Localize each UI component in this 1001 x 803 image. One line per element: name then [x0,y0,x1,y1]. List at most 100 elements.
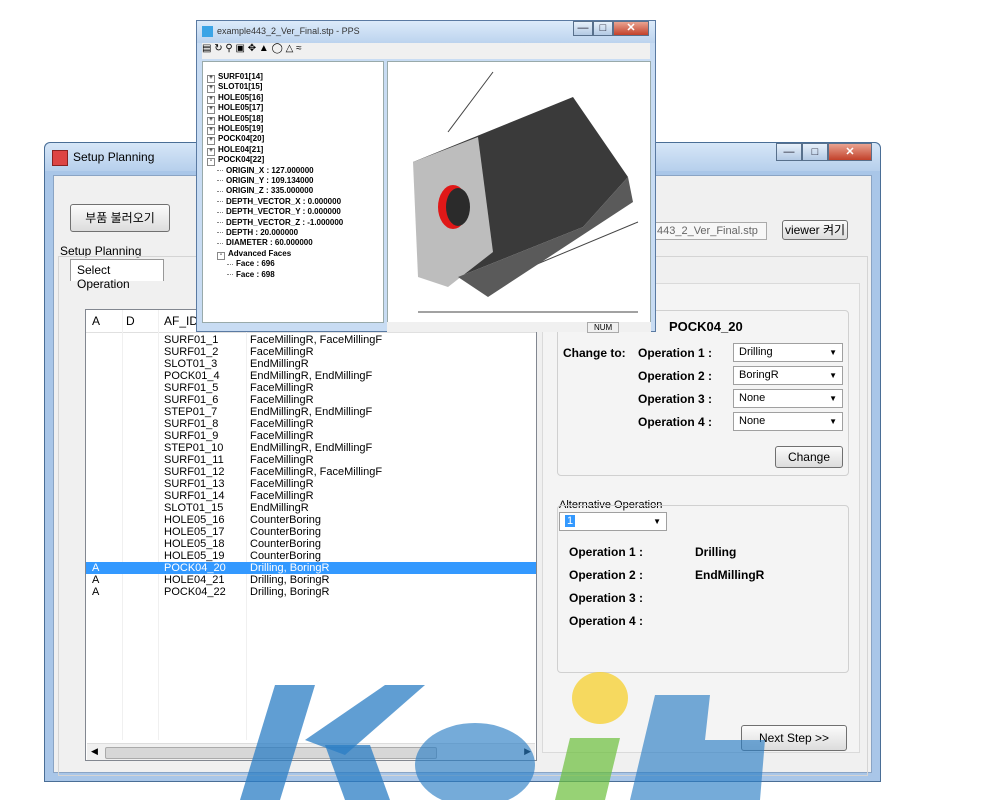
rotate-icon[interactable]: ↻ [214,43,222,54]
tree-connector [217,201,223,203]
table-row[interactable]: SURF01_2 FaceMillingR [86,346,536,358]
tree-node[interactable]: + HOLE05[18] [207,114,263,125]
collapse-icon[interactable]: - [207,158,215,167]
table-row[interactable]: SURF01_5 FaceMillingR [86,382,536,394]
scroll-left-icon[interactable]: ◀ [91,746,98,757]
pan-icon[interactable]: ✥ [248,43,256,54]
tree-node[interactable]: ORIGIN_Y : 109.134000 [217,176,313,185]
column-d[interactable]: D [126,314,135,328]
table-row[interactable]: SURF01_8 FaceMillingR [86,418,536,430]
tree-node[interactable]: Face : 696 [227,259,275,268]
section-icon[interactable]: ≈ [296,43,302,54]
operations-cell: CounterBoring [250,538,321,550]
table-row[interactable]: STEP01_10 EndMillingR, EndMillingF [86,442,536,454]
tree-node-label: POCK04[22] [218,155,265,165]
tree-node[interactable]: DEPTH : 20.000000 [217,228,298,237]
operations-cell: EndMillingR, EndMillingF [250,406,373,418]
tree-connector [217,242,223,244]
minimize-button[interactable]: — [776,143,802,161]
operations-cell: FaceMillingR, FaceMillingF [250,466,383,478]
table-row[interactable]: A HOLE04_21 Drilling, BoringR [86,574,536,586]
viewer-title-bar[interactable]: example443_2_Ver_Final.stp - PPS — □ ✕ [197,21,655,43]
af-id-cell: SLOT01_15 [164,502,224,514]
table-row[interactable]: STEP01_7 EndMillingR, EndMillingF [86,406,536,418]
column-af-id[interactable]: AF_ID [164,314,198,328]
table-row[interactable]: A POCK04_22 Drilling, BoringR [86,586,536,598]
table-row[interactable]: SURF01_6 FaceMillingR [86,394,536,406]
tree-node[interactable]: + HOLE04[21] [207,145,263,156]
af-id-cell: SURF01_2 [164,346,219,358]
af-id-cell: SURF01_14 [164,490,225,502]
close-button[interactable]: ✕ [828,143,872,161]
table-row[interactable]: POCK01_4 EndMillingR, EndMillingF [86,370,536,382]
table-row[interactable]: SLOT01_15 EndMillingR [86,502,536,514]
table-row[interactable]: SURF01_14 FaceMillingR [86,490,536,502]
table-row[interactable]: HOLE05_18 CounterBoring [86,538,536,550]
tree-node-label: SURF01[14] [218,72,263,81]
operations-cell: FaceMillingR [250,382,314,394]
operations-cell: FaceMillingR [250,478,314,490]
tree-node-label: DIAMETER : 60.000000 [226,238,313,248]
tree-node[interactable]: DEPTH_VECTOR_X : 0.000000 [217,197,341,206]
tree-node[interactable]: DEPTH_VECTOR_Y : 0.000000 [217,207,341,216]
table-row[interactable]: SURF01_11 FaceMillingR [86,454,536,466]
viewer-minimize-button[interactable]: — [573,21,593,36]
operations-cell: FaceMillingR [250,490,314,502]
tab-select-operation[interactable]: Select Operation [70,259,164,291]
shade-icon[interactable]: ▲ [259,43,269,54]
tree-node-label: HOLE05[16] [218,92,264,102]
3d-view[interactable] [387,61,651,323]
tree-node[interactable]: + HOLE05[17] [207,103,263,115]
feature-tree[interactable]: + SURF01[14] + SLOT01[15] + HOLE05[16] + HOLE05… [202,61,384,323]
tree-node[interactable]: Face : 698 [227,270,275,279]
viewer-maximize-button[interactable]: □ [593,21,613,36]
pocket-inner [446,188,470,226]
tree-node[interactable]: ORIGIN_X : 127.000000 [217,166,314,175]
table-row[interactable]: SURF01_13 FaceMillingR [86,478,536,490]
alternative-operations: Operation 1 : Drilling Operation 2 : EndMil… [543,284,861,684]
table-row[interactable]: HOLE05_16 CounterBoring [86,514,536,526]
tree-node[interactable]: + HOLE05[19] [207,124,263,135]
af-id-cell: SURF01_6 [164,394,219,406]
cylinder-icon[interactable]: ◯ [272,43,283,54]
tree-node[interactable]: + HOLE05[16] [207,93,263,104]
table-row[interactable]: SURF01_12 FaceMillingR, FaceMillingF [86,466,536,478]
table-row[interactable]: SURF01_9 FaceMillingR [86,430,536,442]
tree-connector [217,232,223,234]
window-title: Setup Planning [73,150,155,164]
column-a[interactable]: A [92,314,100,328]
table-row[interactable]: A POCK04_20 Drilling, BoringR [86,562,536,574]
load-part-button[interactable]: 부품 불러오기 [70,204,170,232]
tree-node[interactable]: + SLOT01[15] [207,82,262,94]
table-row[interactable]: HOLE05_19 CounterBoring [86,550,536,562]
tree-node[interactable]: - POCK04[22] [207,155,265,167]
tree-node-label: DEPTH_VECTOR_X : 0.000000 [226,196,342,206]
tree-node-label: ORIGIN_Y : 109.134000 [226,176,314,185]
viewer-toggle-button[interactable]: viewer 켜기 [782,220,848,240]
tree-node[interactable]: + POCK04[20] [207,134,264,146]
operations-cell: FaceMillingR [250,346,314,358]
operations-cell: Drilling, BoringR [250,574,330,586]
tree-node[interactable]: DEPTH_VECTOR_Z : -1.000000 [217,218,343,227]
viewer-close-button[interactable]: ✕ [613,21,649,36]
af-id-cell: SURF01_13 [164,478,225,490]
collapse-icon[interactable]: - [217,251,225,260]
table-row[interactable]: HOLE05_17 CounterBoring [86,526,536,538]
tree-node-label: DEPTH_VECTOR_Z : -1.000000 [226,217,344,227]
tree-node-label: HOLE04[21] [218,144,264,154]
tree-node[interactable]: ORIGIN_Z : 335.000000 [217,186,313,195]
operations-cell: EndMillingR [250,358,309,370]
af-id-cell: HOLE05_17 [164,526,225,538]
tree-node[interactable]: + SURF01[14] [207,72,263,83]
tree-node[interactable]: DIAMETER : 60.000000 [217,238,313,247]
maximize-button[interactable]: □ [802,143,828,161]
table-row[interactable]: SURF01_1 FaceMillingR, FaceMillingF [86,334,536,346]
wireframe-icon[interactable]: △ [286,43,294,54]
fit-icon[interactable]: ▣ [236,43,245,54]
af-id-cell: HOLE05_16 [164,514,225,526]
operations-cell: CounterBoring [250,526,321,538]
zoom-icon[interactable]: ⚲ [225,43,232,54]
table-row[interactable]: SLOT01_3 EndMillingR [86,358,536,370]
tree-node[interactable]: - Advanced Faces [217,249,291,260]
open-icon[interactable]: ▤ [202,43,211,54]
